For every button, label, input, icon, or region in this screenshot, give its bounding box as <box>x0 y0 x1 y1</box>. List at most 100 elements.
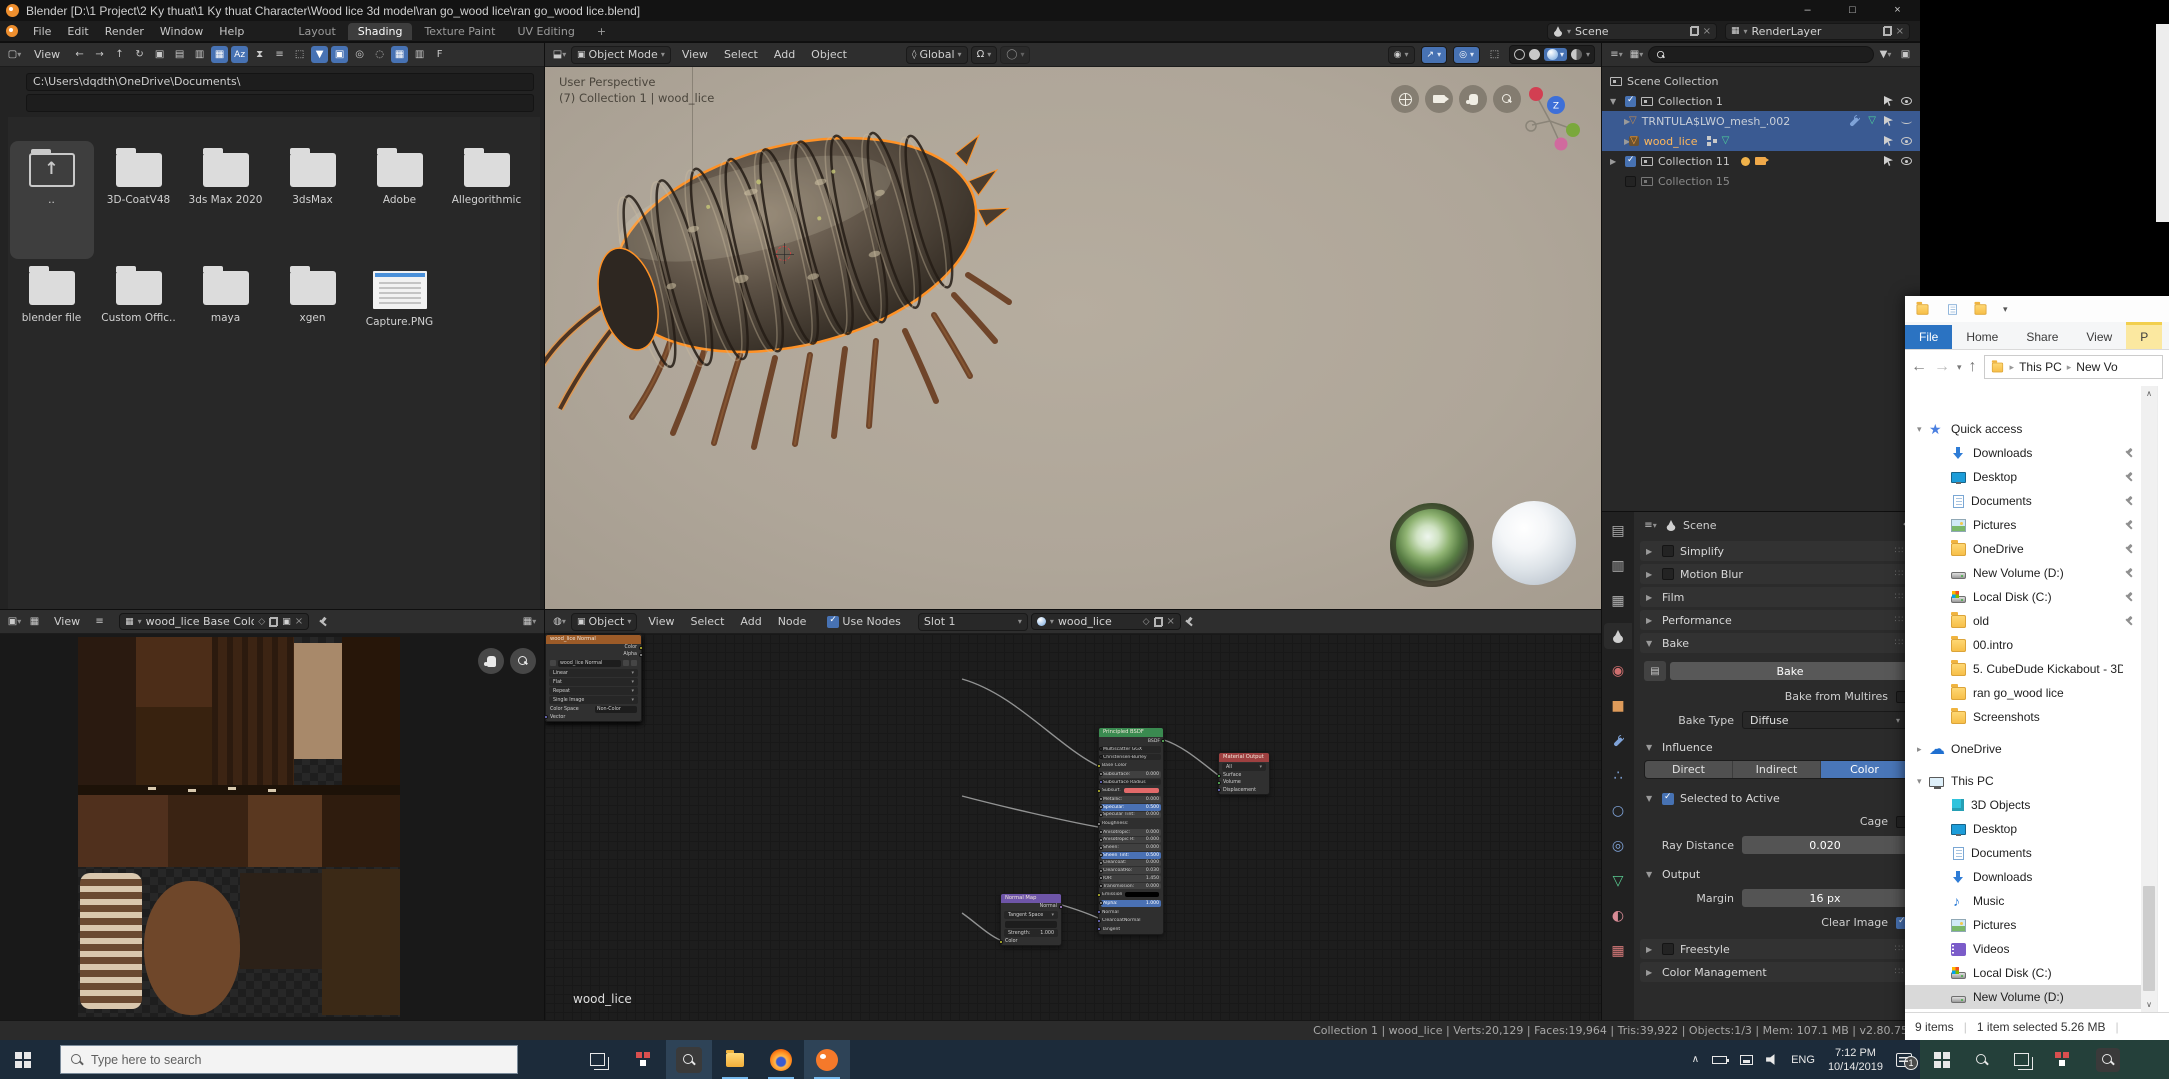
minimize-button[interactable]: – <box>1785 0 1830 21</box>
node-input-row[interactable]: Subsurface Radius <box>1101 779 1161 786</box>
pin-icon[interactable] <box>1184 617 1194 627</box>
selectable-icon[interactable] <box>1884 136 1893 146</box>
tab-file[interactable]: File <box>1905 325 1952 349</box>
bake-button[interactable]: Bake <box>1670 662 1910 680</box>
node-input-row[interactable]: Clearcoat: 0.000 <box>1101 860 1161 867</box>
use-nodes-checkbox[interactable] <box>827 616 839 628</box>
principled-bsdf-node[interactable]: Principled BSDF BSDF Multiscatter GGX <box>1098 727 1164 935</box>
tab-scene[interactable] <box>1604 623 1632 649</box>
breadcrumb[interactable]: ▸ This PC ▸ New Vo <box>1984 355 2163 379</box>
menu-item[interactable]: Window <box>152 25 211 38</box>
file-browser-view-menu[interactable]: View <box>26 48 68 61</box>
node-input-row[interactable]: IOR: 1.450 <box>1101 875 1161 882</box>
file-browser-item[interactable]: 3ds Max 2020 <box>184 141 268 259</box>
refresh-icon[interactable]: ↻ <box>131 46 148 63</box>
nav-item[interactable]: Downloads <box>1905 865 2141 889</box>
fake-user-shield-icon[interactable]: ◇ <box>1143 617 1150 627</box>
scrollbar[interactable]: ∧ ∨ <box>2141 386 2157 1012</box>
nav-item[interactable]: Pictures <box>1905 513 2141 537</box>
slot-dropdown[interactable]: Slot 1▾ <box>918 613 1028 631</box>
qat-properties-icon[interactable] <box>1948 304 1957 314</box>
editor-type-icon[interactable]: ⬓▾ <box>551 46 568 63</box>
start-button[interactable] <box>1934 1052 1950 1068</box>
display-mode-icon[interactable]: ▦▾ <box>1628 46 1645 63</box>
qat-folder-icon[interactable] <box>1917 304 1929 314</box>
camera-view-icon[interactable] <box>1425 85 1453 113</box>
pan-view-icon[interactable] <box>1459 85 1487 113</box>
navigation-gizmo[interactable]: Z <box>1520 79 1584 155</box>
xray-toggle[interactable]: ⬚ <box>1486 46 1503 63</box>
influence-indirect[interactable]: Indirect <box>1733 761 1821 778</box>
file-browser-item[interactable]: Adobe <box>358 141 442 259</box>
editor-type-icon[interactable]: ▣▾ <box>6 613 23 630</box>
recent-icon[interactable]: ▾ <box>1957 362 1962 373</box>
up-icon[interactable]: ↑ <box>1969 358 1977 376</box>
unlink-image-icon[interactable]: × <box>295 616 303 627</box>
battery-icon[interactable] <box>1712 1056 1727 1064</box>
tab-world[interactable]: ◉ <box>1604 658 1632 684</box>
snap-toggle[interactable]: Ω▾ <box>971 46 998 64</box>
zoom-icon[interactable] <box>510 648 536 674</box>
path-field[interactable]: C:\Users\dqdth\OneDrive\Documents\ <box>26 73 534 91</box>
bake-type-dropdown[interactable]: Diffuse▾ <box>1742 711 1908 729</box>
tab-render[interactable]: ▤ <box>1604 518 1632 544</box>
workspace-tab[interactable]: + <box>587 23 616 40</box>
outliner-row-mesh-002[interactable]: ▶▽TRNTULA$LWO_mesh_.002 ▽ <box>1602 111 1920 131</box>
taskbar-search[interactable]: Type here to search <box>60 1045 518 1074</box>
nav-item[interactable]: Desktop <box>1905 817 2141 841</box>
tab-physics[interactable]: ○ <box>1604 798 1632 824</box>
editor-type-icon[interactable]: ≡▾ <box>1608 46 1625 63</box>
viewport-menu-item[interactable]: Object <box>803 48 855 61</box>
panel-bake[interactable]: ▼Bake∷∷ <box>1640 633 1914 653</box>
filter-icon[interactable]: ▼ <box>311 46 328 63</box>
filter-font-icon[interactable]: F <box>431 46 448 63</box>
file-browser-item[interactable]: 3D-CoatV48 <box>97 141 181 259</box>
filter-blend-icon[interactable]: ◎ <box>351 46 368 63</box>
node-input-row[interactable]: Christensen-Burley <box>1101 754 1161 761</box>
node-input-row[interactable]: ClearcoatRo: 0.030 <box>1101 867 1161 874</box>
grid-toggle-icon[interactable] <box>1391 85 1419 113</box>
node-input-row[interactable]: Normal <box>1099 908 1163 917</box>
selectable-icon[interactable] <box>1884 156 1893 166</box>
shader-menu-item[interactable]: Select <box>682 615 732 628</box>
qat-customize-icon[interactable]: ▾ <box>2003 304 2008 315</box>
pin-icon[interactable] <box>318 617 328 627</box>
node-input-row[interactable]: Anisotropic: 0.000 <box>1101 829 1161 836</box>
firefox-app[interactable] <box>758 1040 804 1079</box>
nav-item[interactable]: 00.intro <box>1905 633 2141 657</box>
hamburger-icon[interactable]: ≡ <box>91 613 108 630</box>
workspace-tab[interactable]: Texture Paint <box>414 23 505 40</box>
shader-menu-item[interactable]: Add <box>732 615 769 628</box>
new-scene-icon[interactable] <box>1690 26 1699 36</box>
influence-direct[interactable]: Direct <box>1645 761 1733 778</box>
panel-color-management[interactable]: ▶Color Management∷∷ <box>1640 962 1914 982</box>
nav-item[interactable]: Documents <box>1905 841 2141 865</box>
tab-view[interactable]: View <box>2072 325 2126 349</box>
language-indicator[interactable]: ENG <box>1791 1054 1815 1066</box>
shield-icon[interactable]: ◇ <box>258 617 265 627</box>
editor-type-icon[interactable]: ≡▾ <box>1642 517 1659 534</box>
shading-wireframe-icon[interactable] <box>1514 49 1525 60</box>
filter-image-icon[interactable]: ▦ <box>391 46 408 63</box>
visibility-icon[interactable] <box>1901 97 1912 105</box>
unlink-scene-icon[interactable]: × <box>1703 26 1711 37</box>
panel-simplify[interactable]: ▶Simplify∷∷ <box>1640 541 1914 561</box>
nav-item[interactable]: old <box>1905 609 2141 633</box>
image-mode-icon[interactable]: ▦ <box>26 613 43 630</box>
back-icon[interactable]: ← <box>71 46 88 63</box>
freestyle-checkbox[interactable] <box>1662 943 1674 955</box>
tab-modifiers[interactable] <box>1604 728 1632 754</box>
outliner-row-scene-collection[interactable]: Scene Collection <box>1602 71 1920 91</box>
filter-icon[interactable]: ▼▾ <box>1877 46 1894 63</box>
capture-app[interactable] <box>2096 1048 2120 1072</box>
selected-to-active-checkbox[interactable] <box>1662 793 1674 805</box>
clock[interactable]: 7:12 PM 10/14/2019 <box>1828 1046 1883 1074</box>
forward-icon[interactable]: → <box>1934 358 1950 376</box>
motion-blur-checkbox[interactable] <box>1662 568 1674 580</box>
nav-item[interactable]: ran go_wood lice <box>1905 681 2141 705</box>
nav-item[interactable]: ▸ OneDrive <box>1905 737 2141 761</box>
nav-item[interactable]: Documents <box>1905 489 2141 513</box>
file-explorer-app[interactable] <box>712 1040 758 1079</box>
file-browser-item[interactable]: maya <box>184 259 268 377</box>
file-browser-item[interactable]: Capture.PNG <box>358 259 442 377</box>
